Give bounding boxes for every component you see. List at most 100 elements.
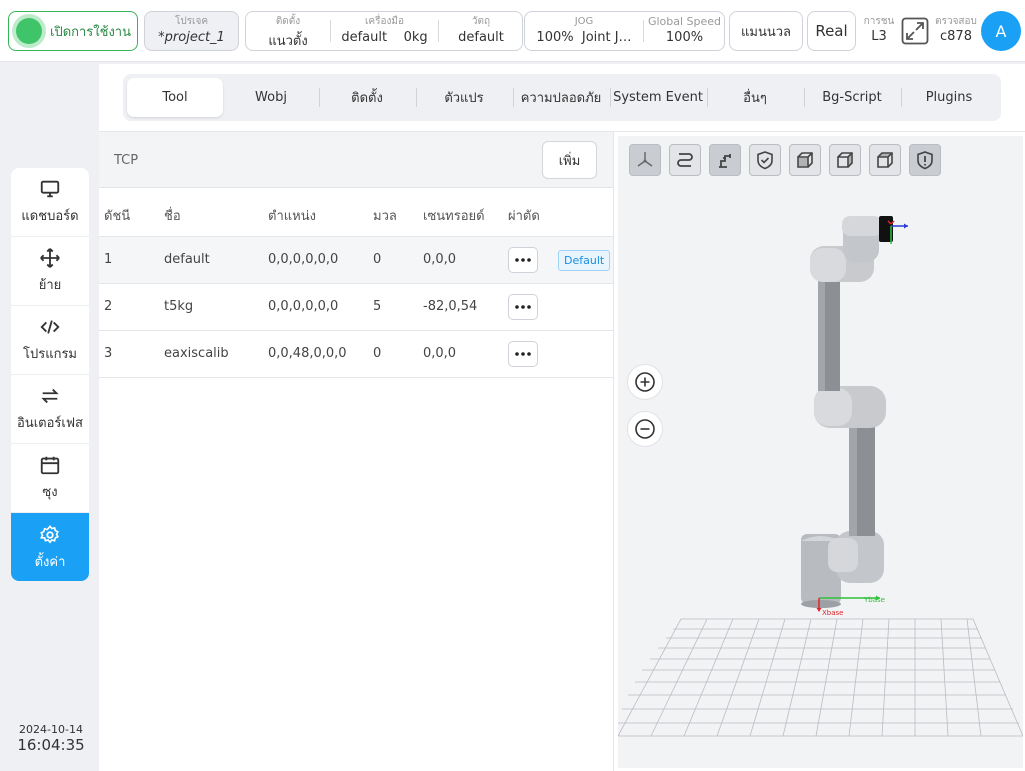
row-name: default bbox=[164, 252, 210, 267]
nav-label-dashboard: แดชบอร์ด bbox=[21, 209, 79, 224]
nav-item-dashboard[interactable]: แดชบอร์ด bbox=[11, 168, 89, 237]
nav-label-program: โปรแกรม bbox=[22, 347, 78, 362]
tab-install[interactable]: ติดตั้ง bbox=[319, 78, 415, 117]
check-label: ตรวจสอบ bbox=[935, 16, 977, 27]
row-mass: 5 bbox=[373, 299, 382, 314]
gear-icon bbox=[40, 524, 59, 544]
tool-weight: 0kg bbox=[403, 30, 428, 45]
power-label: เปิดการใช้งาน bbox=[50, 24, 131, 40]
project-label: โปรเจค bbox=[174, 16, 209, 27]
settings-main-panel: Tool Wobj ติดตั้ง ตัวแปร ความปลอดภัย Sys… bbox=[99, 64, 1025, 771]
code-icon bbox=[40, 320, 60, 334]
column-mass: มวล bbox=[373, 209, 397, 224]
base-y-label: Ybase bbox=[863, 596, 885, 604]
install-value: แนวตั้ง bbox=[268, 34, 308, 49]
more-dots-icon bbox=[515, 352, 531, 356]
global-speed-value: 100% bbox=[665, 30, 704, 45]
jog-value: 100% Joint J… bbox=[525, 30, 643, 45]
tab-tool[interactable]: Tool bbox=[127, 78, 223, 117]
manual-mode-button[interactable]: แมนนวล bbox=[729, 11, 803, 51]
top-bar: เปิดการใช้งาน โปรเจค *project_1 ติดตั้ง … bbox=[0, 0, 1025, 62]
row-position: 0,0,0,0,0,0 bbox=[268, 299, 339, 314]
row-centroid: 0,0,0 bbox=[423, 346, 457, 361]
settings-tab-bar: Tool Wobj ติดตั้ง ตัวแปร ความปลอดภัย Sys… bbox=[123, 74, 1001, 121]
column-name: ชื่อ bbox=[164, 209, 181, 224]
tab-bg-script[interactable]: Bg-Script bbox=[804, 78, 900, 117]
column-operation: ผ่าตัด bbox=[508, 209, 540, 224]
real-mode-button[interactable]: Real bbox=[807, 11, 856, 51]
tool-label: เครื่องมือ bbox=[365, 16, 404, 27]
tcp-header: TCP เพิ่ม bbox=[99, 132, 613, 188]
collision-label: การชน bbox=[863, 16, 895, 27]
column-index: ดัชนี bbox=[104, 209, 131, 224]
nav-label-settings: ตั้งค่า bbox=[34, 554, 66, 570]
jog-speed: 100% bbox=[536, 30, 574, 45]
global-speed-cell[interactable]: Global Speed 100% bbox=[644, 12, 725, 50]
tool-value: default 0kg bbox=[331, 30, 438, 45]
column-centroid: เซนทรอยด์ bbox=[423, 209, 485, 224]
tab-system-event[interactable]: System Event bbox=[610, 78, 706, 117]
check-status[interactable]: ตรวจสอบ c878 bbox=[931, 14, 981, 44]
default-badge: Default bbox=[558, 250, 611, 271]
check-value: c878 bbox=[940, 29, 972, 44]
expand-icon[interactable] bbox=[901, 17, 929, 45]
tcp-title: TCP bbox=[114, 153, 139, 168]
more-dots-icon bbox=[515, 258, 531, 262]
current-date: 2024-10-14 bbox=[19, 723, 83, 736]
jog-label: JOG bbox=[574, 16, 594, 27]
wobj-label: วัตถุ bbox=[471, 16, 491, 27]
tab-wobj[interactable]: Wobj bbox=[223, 78, 319, 117]
user-avatar[interactable]: A bbox=[981, 11, 1021, 51]
nav-item-program[interactable]: โปรแกรม bbox=[11, 306, 89, 375]
row-more-button[interactable] bbox=[508, 294, 538, 320]
row-index: 1 bbox=[104, 252, 113, 267]
table-row[interactable]: 1 default 0,0,0,0,0,0 0 0,0,0 Default bbox=[99, 236, 613, 283]
tab-plugins[interactable]: Plugins bbox=[901, 78, 997, 117]
current-time: 16:04:35 bbox=[17, 736, 85, 754]
clock: 2024-10-14 16:04:35 bbox=[6, 723, 96, 754]
base-x-label: Xbase bbox=[822, 609, 843, 617]
tool-name: default bbox=[341, 30, 388, 45]
row-more-button[interactable] bbox=[508, 247, 538, 273]
tab-safety[interactable]: ความปลอดภัย bbox=[513, 78, 609, 117]
nav-label-log: ซุง bbox=[42, 485, 58, 500]
add-tcp-button[interactable]: เพิ่ม bbox=[542, 141, 597, 179]
robot-3d-viewer[interactable]: Ybase Xbase bbox=[618, 136, 1023, 768]
nav-item-move[interactable]: ย้าย bbox=[11, 237, 89, 306]
more-dots-icon bbox=[515, 305, 531, 309]
tcp-table-header: ดัชนี ชื่อ ตำแหน่ง มวล เซนทรอยด์ ผ่าตัด bbox=[99, 189, 613, 236]
tab-variables[interactable]: ตัวแปร bbox=[416, 78, 512, 117]
row-name: eaxiscalib bbox=[164, 346, 229, 361]
table-row[interactable]: 3 eaxiscalib 0,0,48,0,0,0 0 0,0,0 bbox=[99, 330, 613, 377]
row-centroid: -82,0,54 bbox=[423, 299, 478, 314]
wobj-cell[interactable]: วัตถุ default bbox=[439, 12, 523, 50]
wobj-value: default bbox=[458, 30, 504, 45]
robot-scene: Ybase Xbase bbox=[618, 216, 1023, 737]
swap-icon bbox=[41, 388, 59, 404]
row-index: 2 bbox=[104, 299, 113, 314]
floor-grid bbox=[618, 618, 1023, 737]
jog-mode: Joint J… bbox=[581, 30, 632, 45]
row-centroid: 0,0,0 bbox=[423, 252, 457, 267]
table-row[interactable]: 2 t5kg 0,0,0,0,0,0 5 -82,0,54 bbox=[99, 283, 613, 330]
row-name: t5kg bbox=[164, 299, 194, 314]
project-selector[interactable]: โปรเจค *project_1 bbox=[144, 11, 239, 51]
tab-others[interactable]: อื่นๆ bbox=[707, 78, 803, 117]
nav-item-interface[interactable]: อินเตอร์เฟส bbox=[11, 375, 89, 444]
nav-item-log[interactable]: ซุง bbox=[11, 444, 89, 513]
nav-item-settings[interactable]: ตั้งค่า bbox=[11, 513, 89, 581]
install-cell[interactable]: ติดตั้ง แนวตั้ง bbox=[246, 12, 330, 50]
jog-speed-panel[interactable]: JOG 100% Joint J… Global Speed 100% bbox=[524, 11, 725, 51]
row-more-button[interactable] bbox=[508, 341, 538, 367]
tool-cell[interactable]: เครื่องมือ default 0kg bbox=[331, 12, 438, 50]
calendar-icon bbox=[40, 456, 60, 475]
jog-cell[interactable]: JOG 100% Joint J… bbox=[525, 12, 643, 50]
global-speed-label: Global Speed bbox=[647, 15, 722, 28]
install-tool-wobj-panel[interactable]: ติดตั้ง แนวตั้ง เครื่องมือ default 0kg ว… bbox=[245, 11, 523, 51]
move-icon bbox=[40, 248, 60, 268]
project-name: *project_1 bbox=[158, 30, 225, 45]
row-mass: 0 bbox=[373, 346, 382, 361]
collision-level[interactable]: การชน L3 bbox=[861, 14, 897, 44]
row-mass: 0 bbox=[373, 252, 382, 267]
power-enable-button[interactable]: เปิดการใช้งาน bbox=[8, 11, 138, 51]
